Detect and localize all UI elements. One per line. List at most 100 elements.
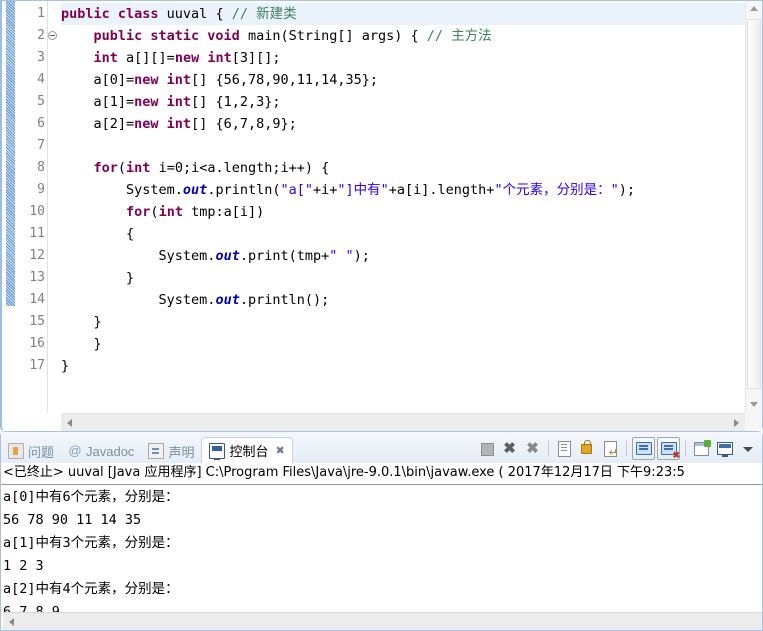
editor-horizontal-scrollbar[interactable]: [61, 413, 745, 431]
code-line[interactable]: }: [61, 355, 745, 377]
code-token: {: [61, 226, 135, 242]
tab-problems[interactable]: 问题: [1, 439, 61, 463]
tab-label: 控制台: [229, 444, 269, 459]
code-token: a[][]=: [126, 50, 175, 66]
code-token: int: [126, 160, 159, 176]
view-menu-button[interactable]: [737, 438, 758, 459]
code-line[interactable]: }: [61, 311, 745, 333]
line-number: 7: [37, 138, 45, 153]
line-number: 17: [29, 358, 45, 373]
line-number-gutter: 1 2 3 4 5 6 7 8 9 10 11 12 13 14 15 16 17: [17, 1, 57, 413]
scroll-left-arrow[interactable]: [61, 414, 78, 431]
open-console-button[interactable]: [691, 438, 712, 459]
console-output-line: a[1]中有3个元素，分别是：: [3, 535, 179, 551]
fold-collapse-icon[interactable]: [48, 31, 57, 40]
code-token: (: [150, 204, 159, 220]
code-line[interactable]: a[2]=new int[] {6,7,8,9};: [61, 113, 745, 135]
scroll-up-arrow[interactable]: [746, 1, 762, 17]
code-text-area[interactable]: public class uuval { // 新建类 public stati…: [61, 1, 745, 413]
code-token: (: [117, 160, 127, 176]
java-editor: 1 2 3 4 5 6 7 8 9 10 11 12 13 14 15 16 17 public class u…: [0, 0, 763, 432]
show-console-view-button[interactable]: [714, 438, 735, 459]
code-line[interactable]: }: [61, 267, 745, 289]
code-token: );: [618, 182, 635, 198]
code-token: .print(tmp+: [239, 248, 330, 264]
line-number: 5: [37, 94, 45, 109]
tab-console[interactable]: 控制台 ✖: [201, 437, 293, 463]
console-output-lines: a[0]中有6个元素，分别是： 56 78 90 11 14 35 a[1]中有3个…: [1, 485, 762, 624]
code-token: .println(: [207, 182, 281, 198]
view-tab-bar: 问题@Javadoc声明控制台✖ ✖✖✖: [1, 434, 762, 464]
code-line[interactable]: public class uuval { // 新建类: [61, 3, 745, 25]
code-line[interactable]: a[0]=new int[] {56,78,90,11,14,35};: [61, 69, 745, 91]
line-number: 3: [37, 50, 45, 65]
code-token: );: [353, 248, 370, 264]
close-icon[interactable]: ✖: [275, 444, 284, 457]
code-line[interactable]: public static void main(String[] args) {…: [61, 25, 745, 47]
remove-all-terminated-button[interactable]: ✖: [522, 438, 543, 459]
code-token: a[1]=: [61, 94, 135, 110]
remove-launch-button[interactable]: ✖: [499, 438, 520, 459]
scroll-lock-button[interactable]: [577, 438, 598, 459]
code-token: public static void: [93, 28, 248, 44]
console-output-line: a[0]中有6个元素，分别是：: [3, 489, 179, 505]
pin-console-button[interactable]: [632, 437, 655, 460]
console-output-line: 56 78 90 11 14 35: [3, 512, 142, 528]
code-token: // 主方法: [426, 28, 492, 44]
code-line[interactable]: for(int tmp:a[i]): [61, 201, 745, 223]
code-token: a[0]=: [61, 72, 135, 88]
code-token: }: [61, 336, 102, 352]
console-horizontal-scrollbar[interactable]: [3, 612, 762, 630]
code-token: " ": [329, 248, 354, 264]
editor-vertical-scrollbar[interactable]: [745, 1, 762, 413]
code-token: tmp:a[i]): [191, 204, 265, 220]
code-token: out: [215, 248, 240, 264]
scrollbar-corner: [745, 413, 762, 431]
tab-javadoc[interactable]: @ Javadoc: [61, 439, 141, 463]
scroll-down-arrow[interactable]: [746, 397, 762, 413]
editor-marker-bar[interactable]: [3, 1, 17, 413]
code-token: "个元素，分别是：": [494, 182, 619, 198]
code-line[interactable]: System.out.println("a["+i+"]中有"+a[i].len…: [61, 179, 745, 201]
line-number: 8: [37, 160, 45, 175]
line-number: 12: [29, 248, 45, 263]
code-token: new int: [134, 94, 192, 110]
clear-console-button[interactable]: [554, 438, 575, 459]
console-output-area[interactable]: <已终止> uuval [Java 应用程序] C:\Program Files…: [1, 463, 762, 630]
code-line[interactable]: for(int i=0;i<a.length;i++) {: [61, 157, 745, 179]
console-toolbar: ✖✖✖: [476, 434, 758, 463]
terminate-button[interactable]: [476, 438, 497, 459]
toolbar-separator: [685, 441, 686, 456]
code-line[interactable]: [61, 135, 745, 157]
code-token: }: [61, 314, 102, 330]
eclipse-ide-window: 1 2 3 4 5 6 7 8 9 10 11 12 13 14 15 16 17 public class u…: [0, 0, 763, 631]
vertical-scroll-thumb[interactable]: [747, 19, 761, 389]
line-number: 1: [37, 6, 45, 21]
tab-label: Javadoc: [86, 443, 135, 459]
code-line[interactable]: {: [61, 223, 745, 245]
code-token: i=0;i<a.length;i++) {: [158, 160, 330, 176]
view-tabs: 问题 @ Javadoc 声明 控制台 ✖: [1, 434, 293, 463]
code-token: System.: [61, 292, 216, 308]
code-token: [3][];: [231, 50, 281, 66]
code-line[interactable]: int a[][]=new int[3][];: [61, 47, 745, 69]
word-wrap-button[interactable]: [600, 438, 621, 459]
display-selected-console-button[interactable]: ✖: [657, 437, 680, 460]
tab-declaration[interactable]: 声明: [141, 439, 201, 463]
code-token: "a[": [280, 182, 313, 198]
toolbar-separator: [548, 441, 549, 456]
console-output-line: 1 2 3: [3, 558, 44, 574]
code-line[interactable]: System.out.print(tmp+" ");: [61, 245, 745, 267]
console-scroll-left-arrow[interactable]: [9, 618, 14, 626]
declaration-icon: [148, 443, 165, 459]
code-line[interactable]: System.out.println();: [61, 289, 745, 311]
line-number: 13: [29, 270, 45, 285]
code-token: .println();: [239, 292, 330, 308]
scroll-right-arrow[interactable]: [728, 414, 745, 431]
code-line[interactable]: }: [61, 333, 745, 355]
code-line[interactable]: a[1]=new int[] {1,2,3};: [61, 91, 745, 113]
code-token: }: [61, 358, 70, 374]
code-token: a[2]=: [61, 116, 135, 132]
